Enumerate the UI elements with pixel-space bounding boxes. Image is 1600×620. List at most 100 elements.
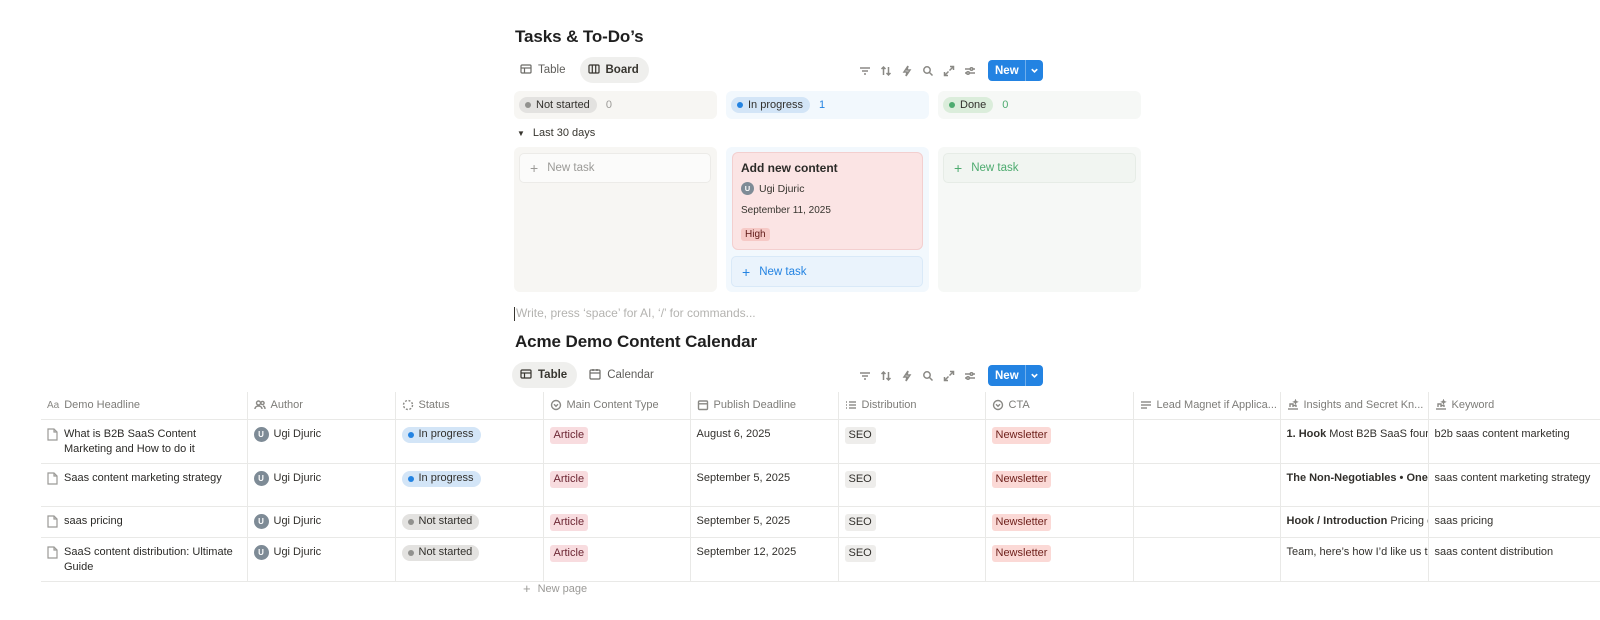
cell-status[interactable]: In progress xyxy=(395,419,544,464)
cell-distribution[interactable]: SEO xyxy=(838,419,986,464)
new-button-label: New xyxy=(995,369,1019,382)
cell-headline[interactable]: SaaS content distribution: Ultimate Guid… xyxy=(41,537,248,582)
cell-headline[interactable]: What is B2B SaaS Content Marketing and H… xyxy=(41,419,248,464)
column-header-done[interactable]: Done 0 xyxy=(938,91,1141,119)
cell-insights[interactable]: Hook / Introduction Pricing ca xyxy=(1280,506,1429,538)
tab-table[interactable]: Table xyxy=(512,362,578,388)
chevron-down-icon[interactable] xyxy=(1024,365,1043,386)
tab-board[interactable]: Board xyxy=(579,57,649,83)
cell-cta[interactable]: Newsletter xyxy=(985,506,1134,538)
cell-status[interactable]: Not started xyxy=(395,537,544,582)
cell-keyword[interactable]: saas content distribution xyxy=(1428,537,1600,582)
cell-distribution[interactable]: SEO xyxy=(838,537,986,582)
cell-content-type[interactable]: Article xyxy=(543,463,691,507)
cell-author[interactable]: U Ugi Djuric xyxy=(247,419,396,464)
column-header-lead-magnet[interactable]: Lead Magnet if Applica... xyxy=(1133,392,1281,420)
column-label: Insights and Secret Kn... xyxy=(1303,399,1424,412)
editor-input[interactable]: Write, press ‘space’ for AI, ‘/’ for com… xyxy=(514,306,756,321)
cell-author[interactable]: U Ugi Djuric xyxy=(247,506,396,538)
tasks-new-button[interactable]: New xyxy=(988,60,1043,81)
cell-content-type[interactable]: Article xyxy=(543,506,691,538)
column-header-cta[interactable]: CTA xyxy=(985,392,1134,420)
column-header-status[interactable]: Status xyxy=(395,392,544,420)
chevron-down-icon[interactable] xyxy=(1024,60,1043,81)
cell-deadline[interactable]: September 5, 2025 xyxy=(690,506,839,538)
tab-table[interactable]: Table xyxy=(512,57,576,83)
automation-icon[interactable] xyxy=(900,64,914,78)
cell-keyword[interactable]: saas pricing xyxy=(1428,506,1600,538)
cell-author[interactable]: U Ugi Djuric xyxy=(247,537,396,582)
cell-status[interactable]: Not started xyxy=(395,506,544,538)
select-icon xyxy=(550,399,562,411)
avatar: U xyxy=(253,544,269,560)
cell-content-type[interactable]: Article xyxy=(543,537,691,582)
column-header-headline[interactable]: Aa Demo Headline xyxy=(41,392,248,420)
column-header-author[interactable]: Author xyxy=(247,392,396,420)
author-name: Ugi Djuric xyxy=(273,514,322,527)
cell-headline[interactable]: saas pricing xyxy=(41,506,248,538)
search-icon[interactable] xyxy=(921,369,935,383)
insights-text: Pricing ca xyxy=(1390,514,1427,527)
plus-icon: + xyxy=(523,581,531,596)
column-header-distribution[interactable]: Distribution xyxy=(838,392,986,420)
cell-deadline[interactable]: September 12, 2025 xyxy=(690,537,839,582)
cell-cta[interactable]: Newsletter xyxy=(985,537,1134,582)
cell-distribution[interactable]: SEO xyxy=(838,506,986,538)
table-row[interactable]: saas pricing U Ugi Djuric Not started Articl… xyxy=(41,506,1600,538)
automation-icon[interactable] xyxy=(900,369,914,383)
filter-icon[interactable] xyxy=(858,369,872,383)
triangle-down-icon: ▼ xyxy=(517,128,525,138)
expand-icon[interactable] xyxy=(942,369,956,383)
column-header-not-started[interactable]: Not started 0 xyxy=(514,91,717,119)
table-row[interactable]: Saas content marketing strategy U Ugi Djur… xyxy=(41,463,1600,507)
cell-distribution[interactable]: SEO xyxy=(838,463,986,507)
cell-lead-magnet[interactable] xyxy=(1133,537,1281,582)
table-row[interactable]: SaaS content distribution: Ultimate Guid… xyxy=(41,537,1600,582)
column-header-in-progress[interactable]: In progress 1 xyxy=(726,91,929,119)
headline-text: SaaS content distribution: Ultimate Guid… xyxy=(64,545,233,573)
table-row[interactable]: What is B2B SaaS Content Marketing and H… xyxy=(41,419,1600,464)
cell-content-type[interactable]: Article xyxy=(543,419,691,464)
new-page-button[interactable]: + New page xyxy=(523,581,587,596)
cell-cta[interactable]: Newsletter xyxy=(985,463,1134,507)
cell-cta[interactable]: Newsletter xyxy=(985,419,1134,464)
cell-lead-magnet[interactable] xyxy=(1133,419,1281,464)
sort-icon[interactable] xyxy=(879,64,893,78)
cell-insights[interactable]: 1. Hook Most B2B SaaS founders xyxy=(1280,419,1429,464)
cell-lead-magnet[interactable] xyxy=(1133,506,1281,538)
column-header-content-type[interactable]: Main Content Type xyxy=(543,392,691,420)
cell-insights[interactable]: Team, here’s how I’d like us to xyxy=(1280,537,1429,582)
column-header-publish-deadline[interactable]: Publish Deadline xyxy=(690,392,839,420)
sort-icon[interactable] xyxy=(879,369,893,383)
settings-icon[interactable] xyxy=(963,64,977,78)
keyword-text: b2b saas content marketing xyxy=(1434,427,1570,440)
status-label: Not started xyxy=(418,546,473,558)
cell-keyword[interactable]: b2b saas content marketing xyxy=(1428,419,1600,464)
calendar-new-button[interactable]: New xyxy=(988,365,1043,386)
cell-keyword[interactable]: saas content marketing strategy xyxy=(1428,463,1600,507)
page-icon xyxy=(47,471,58,486)
group-toggle-last-30-days[interactable]: ▼ Last 30 days xyxy=(517,127,595,139)
cell-deadline[interactable]: September 5, 2025 xyxy=(690,463,839,507)
tab-calendar[interactable]: Calendar xyxy=(581,362,664,388)
calendar-icon xyxy=(697,399,709,411)
new-task-button-not-started[interactable]: + New task xyxy=(519,153,711,183)
cell-headline[interactable]: Saas content marketing strategy xyxy=(41,463,248,507)
settings-icon[interactable] xyxy=(963,369,977,383)
column-header-keyword[interactable]: Keyword xyxy=(1428,392,1600,420)
cell-insights[interactable]: The Non-Negotiables • One s xyxy=(1280,463,1429,507)
status-label: Not started xyxy=(418,515,473,527)
status-badge: Not started xyxy=(401,513,480,530)
calendar-toolbar: New xyxy=(858,365,1043,386)
new-task-button-done[interactable]: + New task xyxy=(943,153,1136,183)
expand-icon[interactable] xyxy=(942,64,956,78)
search-icon[interactable] xyxy=(921,64,935,78)
cell-lead-magnet[interactable] xyxy=(1133,463,1281,507)
task-card[interactable]: Add new content U Ugi Djuric September 1… xyxy=(732,152,923,250)
cell-status[interactable]: In progress xyxy=(395,463,544,507)
cell-deadline[interactable]: August 6, 2025 xyxy=(690,419,839,464)
filter-icon[interactable] xyxy=(858,64,872,78)
cell-author[interactable]: U Ugi Djuric xyxy=(247,463,396,507)
new-task-button-in-progress[interactable]: + New task xyxy=(731,256,923,287)
column-header-insights[interactable]: Insights and Secret Kn... xyxy=(1280,392,1429,420)
